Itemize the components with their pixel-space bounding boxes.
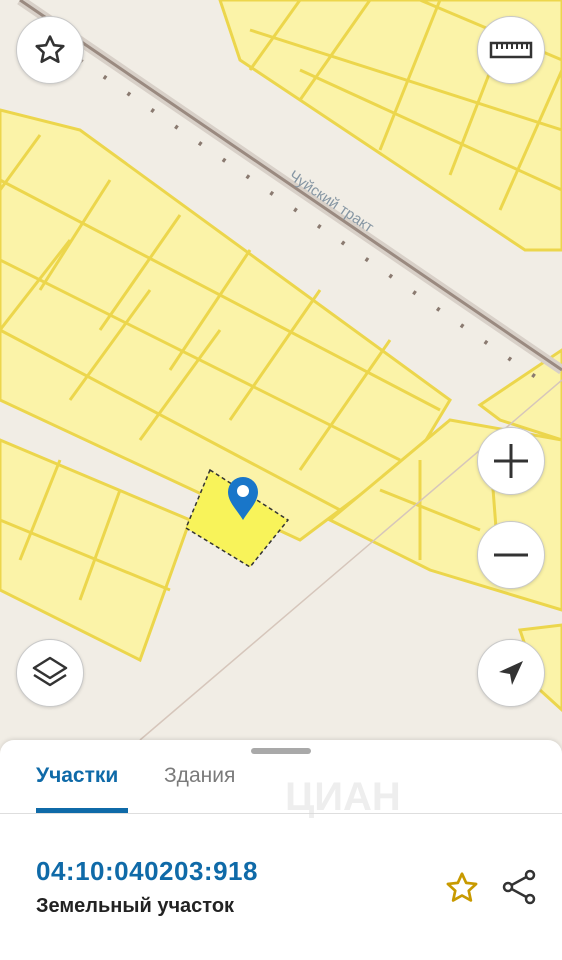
ruler-icon <box>489 41 533 59</box>
map-canvas[interactable]: Чуйский тракт <box>0 0 562 760</box>
layers-button[interactable] <box>16 639 84 707</box>
share-button[interactable] <box>500 868 538 911</box>
favorite-parcel-button[interactable] <box>444 870 480 911</box>
bottom-sheet: Участки Здания ЦИАН 04:10:040203:918 Зем… <box>0 740 562 960</box>
locate-button[interactable] <box>477 639 545 707</box>
star-icon <box>446 872 478 902</box>
share-icon <box>502 869 536 905</box>
watermark: ЦИАН <box>285 775 401 819</box>
parcel-type: Земельный участок <box>36 895 235 917</box>
tab-parcels[interactable]: Участки <box>36 764 118 788</box>
tab-bar: Участки Здания <box>0 740 562 814</box>
zoom-out-button[interactable] <box>477 521 545 589</box>
star-icon <box>35 35 65 64</box>
zoom-in-button[interactable] <box>477 427 545 495</box>
plus-icon <box>494 444 528 478</box>
cadastral-number[interactable]: 04:10:040203:918 <box>36 856 258 887</box>
favorite-button[interactable] <box>16 16 84 84</box>
layers-icon <box>32 656 68 687</box>
ruler-button[interactable] <box>477 16 545 84</box>
minus-icon <box>494 553 528 557</box>
active-tab-indicator <box>36 808 128 813</box>
tab-buildings[interactable]: Здания <box>164 764 235 788</box>
navigation-arrow-icon <box>499 661 523 685</box>
